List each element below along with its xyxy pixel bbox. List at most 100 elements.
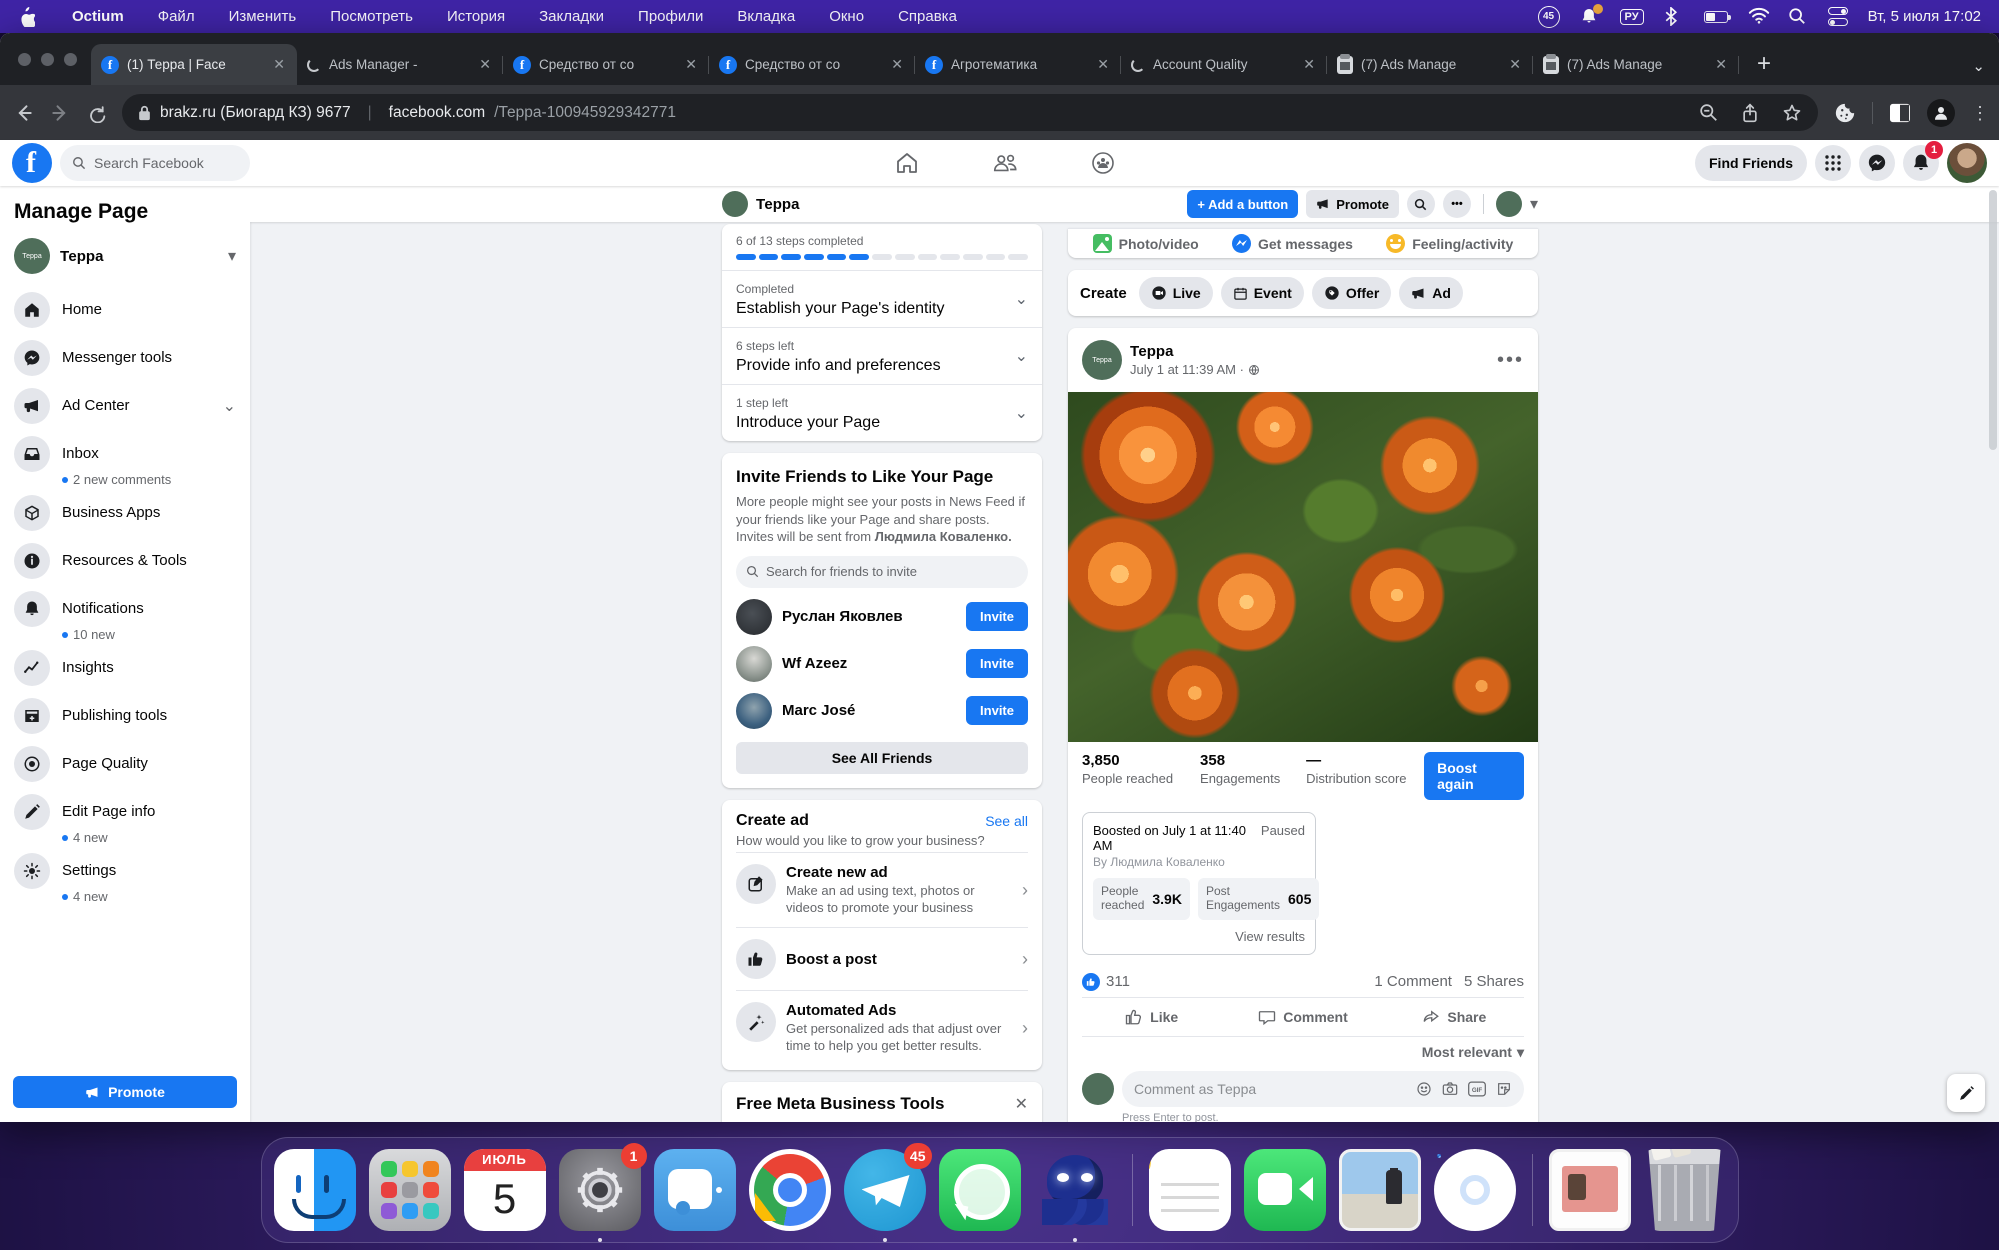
telegram-dock-icon[interactable]: 45: [843, 1143, 932, 1242]
emoji-icon[interactable]: [1416, 1081, 1432, 1097]
tab-ads-manager-7a[interactable]: (7) Ads Manage ✕: [1327, 44, 1533, 85]
close-icon[interactable]: ✕: [1015, 1094, 1028, 1114]
whatsapp-dock-icon[interactable]: [938, 1149, 1021, 1231]
menu-edit[interactable]: Изменить: [229, 8, 297, 25]
address-bar[interactable]: brakz.ru (Биогард КЗ) 9677 | facebook.co…: [122, 94, 1818, 131]
share-button[interactable]: Share: [1379, 1001, 1530, 1033]
checklist-section-info[interactable]: 6 steps left Provide info and preferences…: [722, 327, 1042, 384]
octium-octopus-dock-icon[interactable]: [1034, 1149, 1116, 1242]
launchpad-dock-icon[interactable]: [368, 1149, 451, 1231]
sidebar-item-publishing-tools[interactable]: Publishing tools: [8, 692, 242, 740]
reload-button[interactable]: [86, 103, 106, 123]
find-friends-button[interactable]: Find Friends: [1695, 145, 1807, 181]
menu-grid-button[interactable]: [1815, 145, 1851, 181]
like-button[interactable]: Like: [1076, 1001, 1227, 1033]
window-controls[interactable]: [8, 33, 91, 85]
trash-dock-icon[interactable]: [1648, 1149, 1721, 1231]
tab-close-icon[interactable]: ✕: [477, 56, 493, 73]
create-live-button[interactable]: Live: [1138, 277, 1213, 309]
input-language-indicator[interactable]: РУ: [1619, 8, 1644, 25]
menu-bookmarks[interactable]: Закладки: [539, 8, 604, 25]
zoom-out-icon[interactable]: [1699, 103, 1718, 122]
create-new-ad-row[interactable]: Create new ad Make an ad using text, pho…: [736, 851, 1028, 928]
facebook-logo[interactable]: f: [12, 143, 52, 183]
create-event-button[interactable]: Event: [1220, 277, 1304, 309]
tab-agrotematika[interactable]: f Агротематика ✕: [915, 44, 1121, 85]
sidebar-item-business-apps[interactable]: Business Apps: [8, 489, 242, 537]
tab-close-icon[interactable]: ✕: [683, 56, 699, 73]
groups-nav-icon[interactable]: [1091, 151, 1115, 175]
sidebar-item-ad-center[interactable]: Ad Center ⌄: [8, 382, 242, 430]
tab-close-icon[interactable]: ✕: [1301, 56, 1317, 73]
friends-nav-icon[interactable]: [992, 151, 1018, 175]
feeling-activity-button[interactable]: Feeling/activity: [1386, 234, 1513, 253]
menu-tab[interactable]: Вкладка: [737, 8, 795, 25]
close-window-button[interactable]: [18, 52, 31, 66]
tab-close-icon[interactable]: ✕: [271, 56, 287, 73]
photo-video-button[interactable]: Photo/video: [1092, 234, 1199, 253]
sidebar-item-resources-tools[interactable]: Resources & Tools: [8, 537, 242, 585]
home-nav-icon[interactable]: [895, 151, 919, 175]
post-author-name[interactable]: Терра: [1130, 343, 1489, 360]
minimize-window-button[interactable]: [41, 52, 54, 66]
tab-close-icon[interactable]: ✕: [1713, 56, 1729, 73]
apple-logo-icon[interactable]: [18, 6, 38, 27]
menu-history[interactable]: История: [447, 8, 505, 25]
sidebar-promote-button[interactable]: Promote: [13, 1076, 237, 1108]
share-icon[interactable]: [1741, 102, 1759, 123]
sidebar-toggle-icon[interactable]: [1889, 103, 1911, 123]
page-search-button[interactable]: [1406, 190, 1435, 218]
browser-profile-avatar[interactable]: [1927, 98, 1955, 127]
notifications-button[interactable]: 1: [1903, 141, 1943, 181]
battery-icon[interactable]: [1703, 10, 1731, 23]
boost-again-button[interactable]: Boost again: [1424, 752, 1524, 800]
chromium-dock-icon[interactable]: [1433, 1149, 1516, 1231]
add-a-button[interactable]: + Add a button: [1187, 190, 1299, 218]
sidebar-item-inbox[interactable]: Inbox: [8, 430, 242, 478]
bookmark-star-icon[interactable]: [1782, 103, 1802, 123]
system-settings-dock-icon[interactable]: 1: [558, 1143, 647, 1242]
sidebar-item-home[interactable]: Home: [8, 286, 242, 334]
promote-button[interactable]: Promote: [1306, 190, 1399, 218]
sidebar-item-settings[interactable]: Settings: [8, 847, 242, 895]
comment-input[interactable]: Comment as Терра GIF: [1122, 1070, 1524, 1107]
bluetooth-icon[interactable]: [1664, 6, 1684, 27]
menu-window[interactable]: Окно: [829, 8, 864, 25]
tab-ads-manager-7b[interactable]: (7) Ads Manage ✕: [1533, 44, 1739, 85]
sidebar-item-messenger-tools[interactable]: Messenger tools: [8, 334, 242, 382]
invite-button[interactable]: Invite: [966, 649, 1028, 679]
create-ad-button[interactable]: Ad: [1399, 277, 1463, 309]
screen-mirroring-dock-icon[interactable]: [653, 1149, 736, 1231]
browser-menu-kebab[interactable]: ⋮: [1971, 104, 1989, 122]
chevron-down-icon[interactable]: ▾: [1530, 194, 1538, 214]
get-messages-button[interactable]: Get messages: [1232, 234, 1353, 253]
comment-button[interactable]: Comment: [1227, 1001, 1378, 1033]
spotlight-search-icon[interactable]: [1788, 7, 1808, 27]
menu-help[interactable]: Справка: [898, 8, 957, 25]
tab-sredstvo-1[interactable]: f Средство от со ✕: [503, 44, 709, 85]
chevron-down-icon[interactable]: ▾: [228, 246, 236, 266]
post-image-roses[interactable]: [1068, 392, 1538, 742]
messenger-button[interactable]: [1859, 145, 1895, 181]
chrome-dock-icon[interactable]: [748, 1149, 831, 1231]
see-all-friends-button[interactable]: See All Friends: [736, 741, 1028, 774]
tab-ads-manager[interactable]: Ads Manager - ✕: [297, 44, 503, 85]
chevron-down-icon[interactable]: ⌄: [223, 396, 236, 416]
cookie-icon[interactable]: [1834, 102, 1856, 124]
invite-button[interactable]: Invite: [966, 602, 1028, 632]
tab-sredstvo-2[interactable]: f Средство от со ✕: [709, 44, 915, 85]
post-templates-row[interactable]: Post templates Quickly create visually p…: [736, 1120, 1028, 1122]
tab-close-icon[interactable]: ✕: [1507, 56, 1523, 73]
reaction-count[interactable]: 311: [1106, 973, 1130, 990]
tab-search-chevron[interactable]: ⌄: [1972, 57, 1985, 75]
minimized-window-photo[interactable]: [1338, 1149, 1421, 1231]
notification-bell-icon[interactable]: [1580, 3, 1603, 27]
edit-fab-button[interactable]: [1947, 1074, 1985, 1112]
sticker-icon[interactable]: [1496, 1081, 1512, 1097]
sidebar-page-selector[interactable]: Терра Терра ▾: [8, 234, 242, 286]
sidebar-item-page-quality[interactable]: Page Quality: [8, 740, 242, 788]
tab-close-icon[interactable]: ✕: [1095, 56, 1111, 73]
menu-profiles[interactable]: Профили: [638, 8, 703, 25]
menu-view[interactable]: Посмотреть: [330, 8, 413, 25]
chevron-down-icon[interactable]: ⌄: [1015, 403, 1028, 423]
